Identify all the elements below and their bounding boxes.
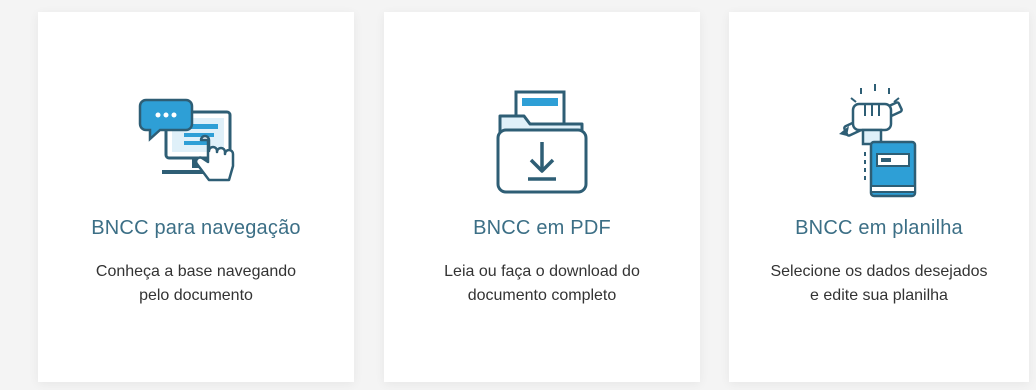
computer-chat-hand-icon [38, 82, 354, 207]
card-description-line: Selecione os dados desejados [770, 263, 988, 280]
card-description: Selecione os dados desejados e edite sua… [729, 260, 1029, 308]
card-description-line: Leia ou faça o download do [444, 263, 640, 280]
card-description-line: pelo documento [139, 287, 253, 304]
card-bncc-pdf[interactable]: BNCC em PDF Leia ou faça o download do d… [384, 12, 700, 382]
cards-section: BNCC para navegação Conheça a base naveg… [0, 0, 1036, 390]
folder-download-icon [384, 82, 700, 207]
hand-pen-book-icon [729, 82, 1029, 207]
card-description-line: Conheça a base navegando [95, 263, 297, 280]
card-description-line: documento completo [467, 287, 617, 304]
card-bncc-navegacao[interactable]: BNCC para navegação Conheça a base naveg… [38, 12, 354, 382]
card-bncc-planilha[interactable]: BNCC em planilha Selecione os dados dese… [729, 12, 1029, 382]
card-title[interactable]: BNCC em planilha [729, 217, 1029, 240]
card-description-line: e edite sua planilha [810, 287, 948, 304]
card-description: Leia ou faça o download do documento com… [384, 260, 700, 308]
card-description: Conheça a base navegando pelo documento [38, 260, 354, 308]
card-title[interactable]: BNCC para navegação [38, 217, 354, 240]
card-title[interactable]: BNCC em PDF [384, 217, 700, 240]
